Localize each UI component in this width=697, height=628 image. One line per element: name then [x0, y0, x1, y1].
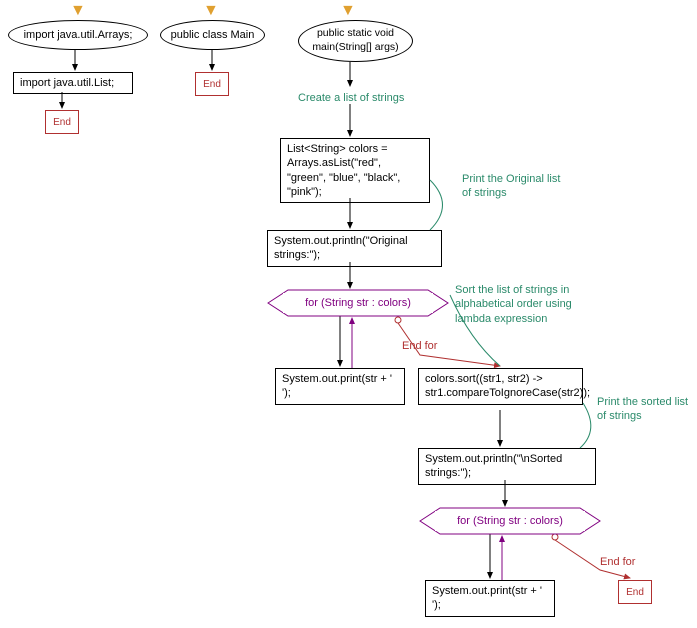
text: for (String str : colors): [305, 297, 411, 309]
end-diamond: End: [618, 580, 652, 604]
node-print-str-1: System.out.print(str + ' ');: [275, 368, 405, 405]
node-for-loop-1: for (String str : colors): [283, 293, 433, 313]
text: Print the sorted list of strings: [597, 396, 688, 422]
text: System.out.print(str + ' ');: [282, 373, 392, 399]
node-class-main: public class Main: [160, 20, 265, 50]
text: Sort the list of strings in alphabetical…: [455, 284, 572, 325]
text: public static void main(String[] args): [305, 27, 406, 54]
node-print-str-2: System.out.print(str + ' ');: [425, 580, 555, 617]
text: import java.util.Arrays;: [24, 28, 133, 42]
node-println-sorted: System.out.println("\nSorted strings:");: [418, 448, 596, 485]
node-sort-call: colors.sort((str1, str2) -> str1.compare…: [418, 368, 583, 405]
label-end-for-1: End for: [402, 340, 437, 352]
comment-print-original: Print the Original list of strings: [462, 172, 572, 201]
node-import-list: import java.util.List;: [13, 72, 133, 94]
text: System.out.print(str + ' ');: [432, 585, 542, 611]
comment-sort: Sort the list of strings in alphabetical…: [455, 283, 595, 326]
comment-print-sorted: Print the sorted list of strings: [597, 395, 692, 424]
entry-arrow-icon: ▼: [70, 2, 86, 20]
text: public class Main: [171, 28, 255, 42]
label-end-for-2: End for: [600, 556, 635, 568]
text: End: [53, 117, 71, 128]
text: Print the Original list of strings: [462, 173, 560, 199]
entry-arrow-icon: ▼: [340, 2, 356, 20]
text: End for: [600, 556, 635, 568]
text: End: [203, 79, 221, 90]
node-for-loop-2: for (String str : colors): [435, 511, 585, 531]
text: List<String> colors = Arrays.asList("red…: [287, 143, 400, 198]
node-println-original: System.out.println("Original strings:");: [267, 230, 442, 267]
text: System.out.println("Original strings:");: [274, 235, 408, 261]
text: colors.sort((str1, str2) -> str1.compare…: [425, 373, 590, 399]
text: End: [626, 587, 644, 598]
entry-arrow-icon: ▼: [203, 2, 219, 20]
text: Create a list of strings: [298, 92, 404, 104]
end-diamond: End: [45, 110, 79, 134]
node-method-main: public static void main(String[] args): [298, 20, 413, 62]
node-list-decl: List<String> colors = Arrays.asList("red…: [280, 138, 430, 203]
text: End for: [402, 340, 437, 352]
node-import-arrays: import java.util.Arrays;: [8, 20, 148, 50]
comment-create-list: Create a list of strings: [298, 91, 404, 105]
end-diamond: End: [195, 72, 229, 96]
text: import java.util.List;: [20, 77, 114, 89]
text: System.out.println("\nSorted strings:");: [425, 453, 562, 479]
text: for (String str : colors): [457, 515, 563, 527]
